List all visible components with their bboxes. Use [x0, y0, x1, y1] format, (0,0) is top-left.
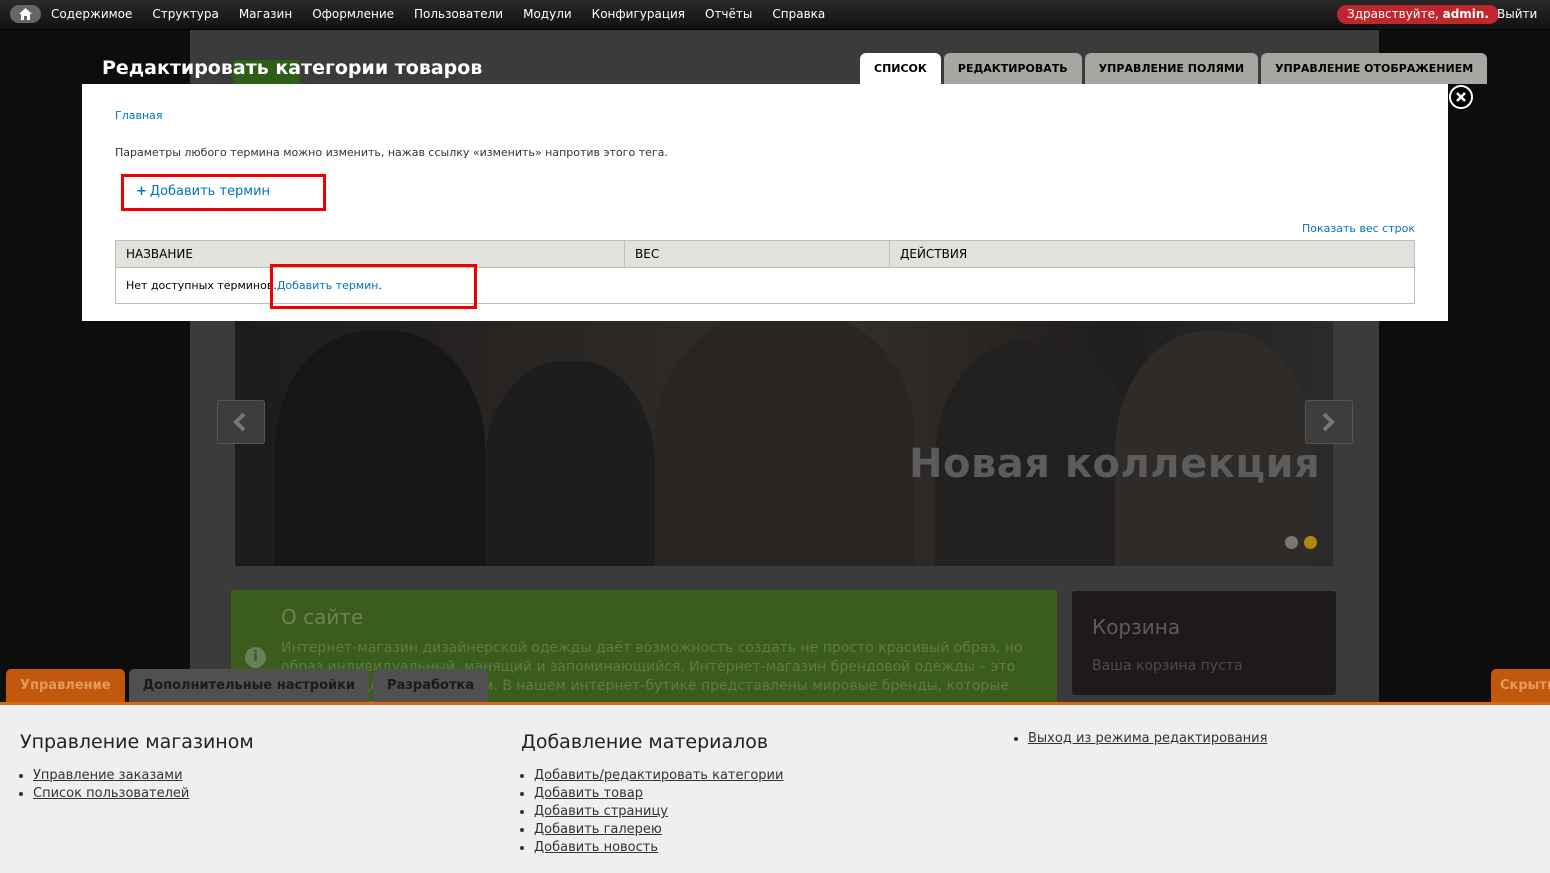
list-item: Список пользователей: [33, 785, 189, 803]
column-header-actions: ДЕЙСТВИЯ: [889, 240, 1415, 268]
edit-mode-links: Выход из режима редактирования: [1015, 730, 1267, 748]
highlight-box: [121, 174, 326, 211]
list-item: Добавить страницу: [534, 803, 783, 821]
link-manage-orders[interactable]: Управление заказами: [33, 768, 183, 783]
tab-manage-display[interactable]: УПРАВЛЕНИЕ ОТОБРАЖЕНИЕМ: [1261, 53, 1488, 84]
menu-item-users[interactable]: Пользователи: [414, 7, 503, 21]
slider-next-button[interactable]: [1305, 400, 1353, 444]
list-item: Управление заказами: [33, 767, 189, 785]
close-icon: [1456, 92, 1466, 102]
page-title: Редактировать категории товаров: [102, 57, 483, 79]
slide-figure: [485, 361, 655, 566]
empty-text: Нет доступных терминов.: [126, 279, 277, 292]
menu-item-reports[interactable]: Отчёты: [705, 7, 752, 21]
link-edit-categories[interactable]: Добавить/редактировать категории: [534, 768, 783, 783]
menu-item-structure[interactable]: Структура: [152, 7, 218, 21]
link-user-list[interactable]: Список пользователей: [33, 786, 189, 801]
about-title: О сайте: [281, 605, 364, 629]
chevron-left-icon: [233, 412, 246, 432]
info-icon: i: [245, 647, 266, 668]
tab-list[interactable]: СПИСОК: [860, 53, 941, 84]
slide-dot-active[interactable]: [1304, 536, 1317, 549]
list-item: Выход из режима редактирования: [1028, 730, 1267, 748]
menu-item-help[interactable]: Справка: [772, 7, 825, 21]
add-content-title: Добавление материалов: [521, 731, 769, 753]
shortcut-panel: Управление магазином Управление заказами…: [0, 702, 1550, 873]
slide-dot[interactable]: [1285, 536, 1298, 549]
admin-menu: Содержимое Структура Магазин Оформление …: [51, 7, 845, 21]
cart-block: Корзина Ваша корзина пуста: [1072, 591, 1336, 695]
menu-item-modules[interactable]: Модули: [523, 7, 572, 21]
shortcut-tabs: Управление Дополнительные настройки Разр…: [6, 669, 492, 702]
overlay-content: Главная Параметры любого термина можно и…: [82, 84, 1448, 321]
breadcrumb-home[interactable]: Главная: [115, 109, 163, 122]
cart-title: Корзина: [1092, 615, 1181, 639]
tab-management[interactable]: Управление: [6, 669, 125, 702]
show-row-weights-link[interactable]: Показать вес строк: [1302, 222, 1415, 235]
link-add-gallery[interactable]: Добавить галерею: [534, 822, 662, 837]
link-add-product[interactable]: Добавить товар: [534, 786, 643, 801]
menu-item-appearance[interactable]: Оформление: [312, 7, 394, 21]
chevron-right-icon: [1322, 412, 1335, 432]
slide-figure: [275, 331, 485, 566]
link-add-news[interactable]: Добавить новость: [534, 840, 658, 855]
link-add-page[interactable]: Добавить страницу: [534, 804, 668, 819]
tab-manage-fields[interactable]: УПРАВЛЕНИЕ ПОЛЯМИ: [1084, 53, 1259, 84]
store-management-links: Управление заказами Список пользователей: [20, 767, 189, 803]
home-button[interactable]: [10, 5, 41, 23]
menu-item-content[interactable]: Содержимое: [51, 7, 132, 21]
highlight-box: [270, 264, 477, 309]
cart-empty-text: Ваша корзина пуста: [1092, 658, 1243, 674]
home-icon: [19, 8, 32, 20]
logout-link[interactable]: Выйти: [1497, 7, 1537, 21]
close-overlay-button[interactable]: [1449, 85, 1473, 109]
menu-item-configuration[interactable]: Конфигурация: [592, 7, 685, 21]
slider-prev-button[interactable]: [217, 400, 265, 444]
admin-toolbar: Содержимое Структура Магазин Оформление …: [0, 0, 1550, 30]
greeting-text: Здравствуйте,: [1347, 7, 1439, 21]
slide-caption: Новая коллекция: [909, 441, 1321, 487]
tab-development[interactable]: Разработка: [373, 669, 489, 702]
store-management-title: Управление магазином: [20, 731, 254, 753]
greeting-badge[interactable]: Здравствуйте, admin.: [1337, 5, 1500, 24]
column-header-weight: ВЕС: [624, 240, 890, 268]
list-item: Добавить/редактировать категории: [534, 767, 783, 785]
help-text: Параметры любого термина можно изменить,…: [115, 146, 668, 159]
slide-figure: [655, 321, 915, 566]
menu-item-store[interactable]: Магазин: [239, 7, 292, 21]
username: admin.: [1442, 7, 1490, 21]
list-item: Добавить товар: [534, 785, 783, 803]
slideshow: Новая коллекция: [235, 321, 1333, 566]
link-exit-edit-mode[interactable]: Выход из режима редактирования: [1028, 731, 1267, 746]
list-item: Добавить новость: [534, 839, 783, 857]
add-content-links: Добавить/редактировать категории Добавит…: [521, 767, 783, 857]
overlay-tabs: СПИСОК РЕДАКТИРОВАТЬ УПРАВЛЕНИЕ ПОЛЯМИ У…: [860, 53, 1490, 84]
tab-edit[interactable]: РЕДАКТИРОВАТЬ: [943, 53, 1082, 84]
hide-panel-button[interactable]: Скрыть: [1491, 669, 1550, 702]
list-item: Добавить галерею: [534, 821, 783, 839]
tab-additional-settings[interactable]: Дополнительные настройки: [128, 669, 370, 702]
